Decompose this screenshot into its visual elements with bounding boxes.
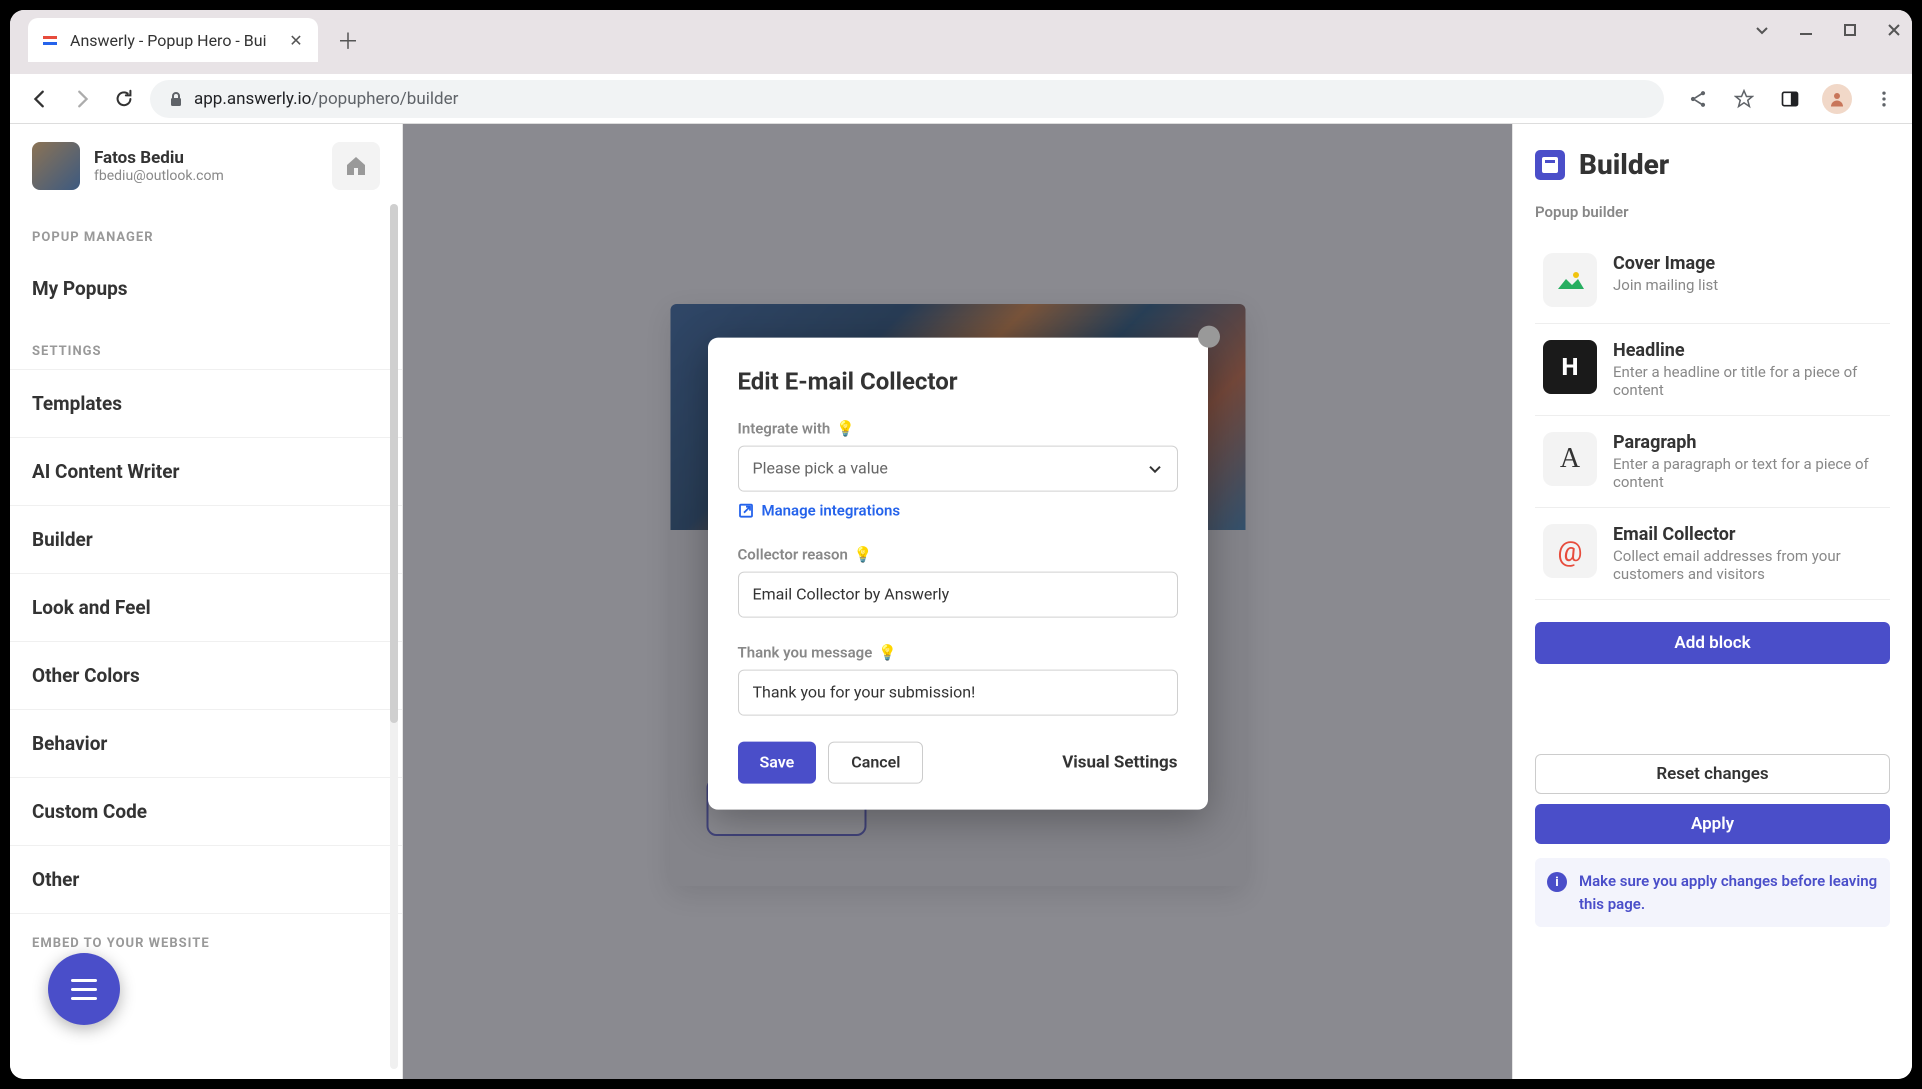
at-icon: @: [1543, 524, 1597, 578]
image-icon: [1543, 253, 1597, 307]
block-desc: Collect email addresses from your custom…: [1613, 547, 1882, 583]
nav-other[interactable]: Other: [10, 846, 402, 914]
modal-close-button[interactable]: [1198, 325, 1220, 347]
floating-menu-button[interactable]: [48, 953, 120, 1025]
nav-look-and-feel[interactable]: Look and Feel: [10, 574, 402, 642]
builder-icon: [1535, 150, 1565, 180]
block-title: Cover Image: [1613, 253, 1882, 274]
user-name: Fatos Bediu: [94, 148, 318, 168]
builder-panel: Builder Popup builder Cover Image Join m…: [1512, 124, 1912, 1079]
user-card[interactable]: Fatos Bediu fbediu@outlook.com: [10, 124, 402, 208]
section-popup-manager: POPUP MANAGER: [10, 208, 402, 255]
close-window-icon[interactable]: [1886, 22, 1902, 38]
block-email-collector[interactable]: @ Email Collector Collect email addresse…: [1535, 508, 1890, 600]
nav-custom-code[interactable]: Custom Code: [10, 778, 402, 846]
maximize-icon[interactable]: [1842, 22, 1858, 38]
visual-settings-button[interactable]: Visual Settings: [1062, 752, 1177, 772]
browser-tab-bar: Answerly - Popup Hero - Bui ✕ ＋: [10, 10, 1912, 74]
edit-email-collector-modal: Edit E-mail Collector Integrate with 💡 P…: [708, 337, 1208, 809]
section-embed: EMBED TO YOUR WEBSITE: [10, 914, 402, 961]
side-panel-icon[interactable]: [1776, 85, 1804, 113]
block-desc: Enter a paragraph or text for a piece of…: [1613, 455, 1882, 491]
reset-changes-button[interactable]: Reset changes: [1535, 754, 1890, 794]
share-icon[interactable]: [1684, 85, 1712, 113]
save-button[interactable]: Save: [738, 741, 817, 783]
bulb-icon: 💡: [836, 419, 855, 437]
nav-my-popups[interactable]: My Popups: [10, 255, 402, 322]
browser-toolbar: app.answerly.io/popuphero/builder: [10, 74, 1912, 124]
reload-button[interactable]: [108, 83, 140, 115]
nav-other-colors[interactable]: Other Colors: [10, 642, 402, 710]
chevron-down-icon[interactable]: [1754, 22, 1770, 38]
block-headline[interactable]: H Headline Enter a headline or title for…: [1535, 324, 1890, 416]
menu-icon[interactable]: [1870, 85, 1898, 113]
collector-reason-input[interactable]: [738, 571, 1178, 617]
user-avatar: [32, 142, 80, 190]
block-desc: Join mailing list: [1613, 276, 1882, 294]
thank-you-label: Thank you message 💡: [738, 643, 1178, 661]
url-text: app.answerly.io/popuphero/builder: [194, 89, 458, 109]
nav-builder[interactable]: Builder: [10, 506, 402, 574]
bookmark-icon[interactable]: [1730, 85, 1758, 113]
back-button[interactable]: [24, 83, 56, 115]
modal-title: Edit E-mail Collector: [738, 367, 1178, 395]
external-link-icon: [738, 502, 754, 518]
sidebar-scrollbar[interactable]: [390, 204, 398, 1069]
section-settings: SETTINGS: [10, 322, 402, 369]
favicon-icon: [40, 30, 60, 50]
collector-reason-label: Collector reason 💡: [738, 545, 1178, 563]
info-icon: i: [1547, 872, 1567, 892]
forward-button[interactable]: [66, 83, 98, 115]
user-email: fbediu@outlook.com: [94, 168, 318, 184]
menu-icon: [71, 979, 97, 1000]
main-canvas-area: Edit E-mail Collector Integrate with 💡 P…: [403, 124, 1512, 1079]
info-text: Make sure you apply changes before leavi…: [1579, 870, 1878, 915]
add-block-button[interactable]: Add block: [1535, 622, 1890, 664]
block-paragraph[interactable]: A Paragraph Enter a paragraph or text fo…: [1535, 416, 1890, 508]
select-placeholder: Please pick a value: [753, 459, 888, 478]
sidebar: Fatos Bediu fbediu@outlook.com POPUP MAN…: [10, 124, 403, 1079]
info-msg: i Make sure you apply changes before lea…: [1535, 858, 1890, 927]
nav-ai-content-writer[interactable]: AI Content Writer: [10, 438, 402, 506]
block-title: Email Collector: [1613, 524, 1882, 545]
paragraph-icon: A: [1543, 432, 1597, 486]
bulb-icon: 💡: [854, 545, 873, 563]
chevron-down-icon: [1147, 460, 1163, 476]
builder-subtitle: Popup builder: [1535, 203, 1890, 221]
integration-select[interactable]: Please pick a value: [738, 445, 1178, 491]
block-desc: Enter a headline or title for a piece of…: [1613, 363, 1882, 399]
address-bar[interactable]: app.answerly.io/popuphero/builder: [150, 80, 1664, 118]
bulb-icon: 💡: [878, 643, 897, 661]
manage-integrations-link[interactable]: Manage integrations: [738, 501, 1178, 519]
modal-overlay[interactable]: Edit E-mail Collector Integrate with 💡 P…: [403, 124, 1512, 1079]
apply-button[interactable]: Apply: [1535, 804, 1890, 844]
browser-tab[interactable]: Answerly - Popup Hero - Bui ✕: [28, 18, 318, 62]
minimize-icon[interactable]: [1798, 22, 1814, 38]
block-title: Paragraph: [1613, 432, 1882, 453]
integrate-with-label: Integrate with 💡: [738, 419, 1178, 437]
block-title: Headline: [1613, 340, 1882, 361]
home-button[interactable]: [332, 142, 380, 190]
nav-behavior[interactable]: Behavior: [10, 710, 402, 778]
cancel-button[interactable]: Cancel: [828, 741, 923, 783]
headline-icon: H: [1543, 340, 1597, 394]
thank-you-input[interactable]: [738, 669, 1178, 715]
close-tab-icon[interactable]: ✕: [286, 30, 306, 50]
new-tab-button[interactable]: ＋: [330, 22, 366, 58]
builder-title: Builder: [1579, 148, 1669, 181]
profile-avatar[interactable]: [1822, 84, 1852, 114]
lock-icon: [168, 91, 184, 107]
tab-title: Answerly - Popup Hero - Bui: [70, 31, 276, 50]
nav-templates[interactable]: Templates: [10, 369, 402, 438]
block-cover-image[interactable]: Cover Image Join mailing list: [1535, 237, 1890, 324]
